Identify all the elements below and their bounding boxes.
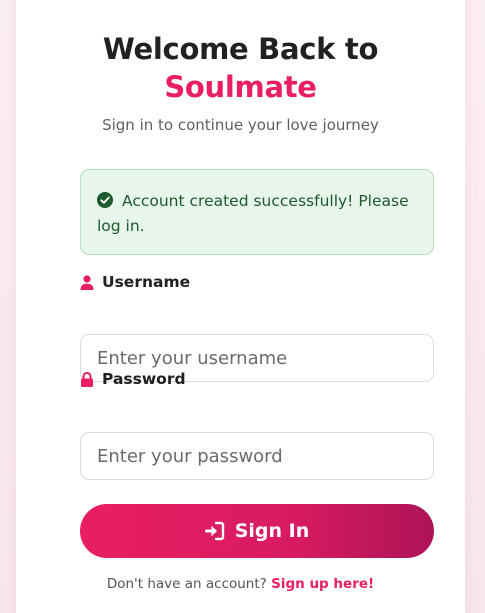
sign-in-label: Sign In <box>234 520 310 542</box>
password-input[interactable] <box>80 432 434 480</box>
signup-prompt: Don't have an account? Sign up here! <box>16 576 465 592</box>
sign-in-icon <box>204 521 224 541</box>
heart-arrow-icon <box>238 0 270 2</box>
page-subtitle: Sign in to continue your love journey <box>102 116 379 134</box>
signup-link[interactable]: Sign up here! <box>271 576 374 592</box>
login-card: Welcome Back to Soulmate Sign in to cont… <box>16 0 465 613</box>
title-line1: Welcome Back to <box>102 32 379 66</box>
username-label: Username <box>80 273 190 291</box>
check-circle-icon <box>97 192 113 208</box>
signup-prompt-text: Don't have an account? <box>106 576 267 592</box>
password-label: Password <box>80 370 186 388</box>
password-label-text: Password <box>102 370 186 388</box>
lock-icon <box>81 371 93 387</box>
user-icon <box>80 274 94 290</box>
page-title: Welcome Back to Soulmate <box>16 30 465 106</box>
alert-message: Account created successfully! Please log… <box>97 192 409 235</box>
brand-name: Soulmate <box>164 70 317 104</box>
success-alert: Account created successfully! Please log… <box>80 169 434 255</box>
sign-in-button[interactable]: Sign In <box>80 504 434 558</box>
username-label-text: Username <box>102 273 191 291</box>
